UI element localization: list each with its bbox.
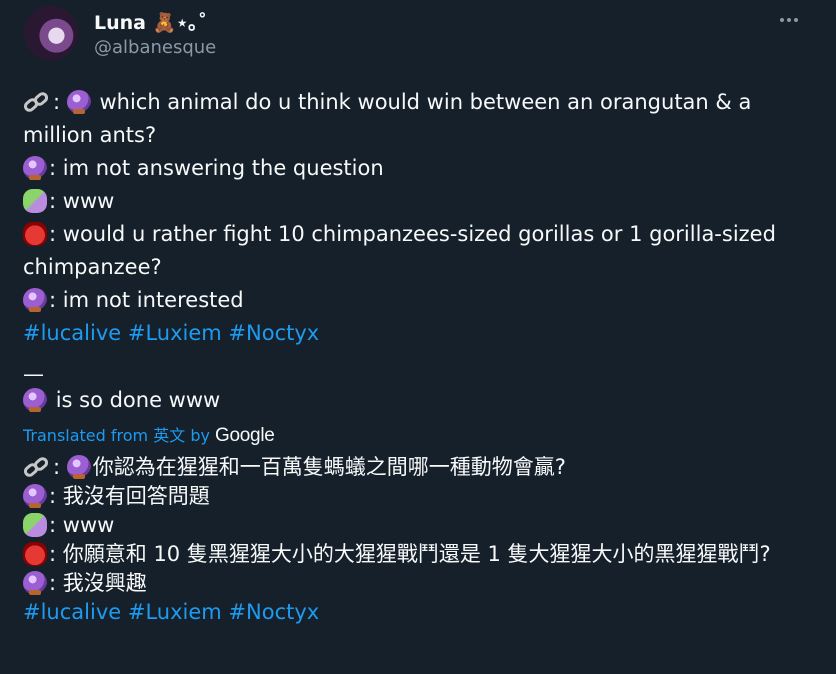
tweet-line: : would u rather fight 10 chimpanzees-si… — [23, 218, 813, 284]
tweet-line: is so done www — [23, 384, 813, 417]
line-prefix: : — [53, 455, 61, 479]
hashtag-link[interactable]: #Noctyx — [228, 600, 319, 624]
line-text: 你認為在猩猩和一百萬隻螞蟻之間哪一種動物會贏? — [92, 455, 566, 479]
ogre-icon — [23, 542, 47, 566]
separator: — — [23, 362, 44, 386]
tweet-body: : which animal do u think would win betw… — [23, 86, 813, 627]
tweet-line: : im not interested — [23, 284, 813, 317]
more-options-button[interactable] — [774, 8, 804, 32]
line-text: www — [62, 513, 115, 537]
tweet-line: : which animal do u think would win betw… — [23, 86, 813, 152]
hashtag-link[interactable]: #Noctyx — [228, 321, 319, 345]
line-text: im not interested — [62, 288, 244, 312]
hashtag-link[interactable]: #Luxiem — [128, 321, 222, 345]
hashtag-link[interactable]: #lucalive — [23, 600, 121, 624]
line-prefix: : — [49, 571, 57, 595]
line-text: which animal do u think would win betwee… — [23, 90, 752, 147]
line-prefix: : — [49, 189, 57, 213]
author-name[interactable]: Luna 🧸⋆｡˚ — [94, 8, 207, 35]
translation-attribution[interactable]: Translated from 英文 by Google — [23, 425, 813, 447]
line-prefix: : — [49, 156, 57, 180]
tweet-line: : www — [23, 185, 813, 218]
line-prefix: : — [53, 90, 61, 114]
performing-arts-icon — [23, 189, 47, 213]
line-prefix: : — [49, 288, 57, 312]
line-text: 你願意和 10 隻黑猩猩大小的大猩猩戰鬥還是 1 隻大猩猩大小的黑猩猩戰鬥? — [62, 542, 771, 566]
line-text: 我沒興趣 — [62, 571, 147, 595]
line-text: im not answering the question — [62, 156, 384, 180]
translated-line: : 我沒興趣 — [23, 569, 813, 598]
line-text: 我沒有回答問題 — [62, 484, 210, 508]
hashtag-link[interactable]: #lucalive — [23, 321, 121, 345]
crystal-ball-icon — [23, 571, 47, 595]
tweet-line: : im not answering the question — [23, 152, 813, 185]
translated-line: : 我沒有回答問題 — [23, 482, 813, 511]
crystal-ball-icon — [23, 388, 47, 412]
line-prefix: : — [49, 513, 57, 537]
ogre-icon — [23, 222, 47, 246]
line-text: www — [62, 189, 115, 213]
link-icon — [23, 89, 51, 112]
translated-by-label: by — [190, 426, 210, 445]
avatar[interactable] — [24, 6, 78, 60]
author-handle[interactable]: @albanesque — [94, 37, 216, 58]
hashtag-list: #lucalive #Luxiem #Noctyx — [23, 317, 813, 350]
crystal-ball-icon — [23, 288, 47, 312]
crystal-ball-icon — [66, 90, 91, 114]
more-horizontal-icon — [780, 18, 798, 22]
line-prefix: : — [49, 222, 57, 246]
line-prefix: : — [49, 484, 57, 508]
translated-line: : 你願意和 10 隻黑猩猩大小的大猩猩戰鬥還是 1 隻大猩猩大小的黑猩猩戰鬥? — [23, 540, 813, 569]
performing-arts-icon — [23, 513, 47, 537]
hashtag-link[interactable]: #Luxiem — [128, 600, 222, 624]
crystal-ball-icon — [23, 484, 47, 508]
crystal-ball-icon — [66, 455, 91, 479]
translated-line: : www — [23, 511, 813, 540]
crystal-ball-icon — [23, 156, 47, 180]
translated-line: : 你認為在猩猩和一百萬隻螞蟻之間哪一種動物會贏? — [23, 453, 813, 482]
translated-from-label: Translated from — [23, 426, 149, 445]
google-logo: Google — [215, 425, 275, 446]
hashtag-list: #lucalive #Luxiem #Noctyx — [23, 598, 813, 627]
line-text: would u rather fight 10 chimpanzees-size… — [23, 222, 776, 279]
line-text: is so done www — [55, 388, 221, 412]
link-icon — [23, 456, 51, 477]
source-language: 英文 — [153, 426, 186, 445]
line-prefix: : — [49, 542, 57, 566]
